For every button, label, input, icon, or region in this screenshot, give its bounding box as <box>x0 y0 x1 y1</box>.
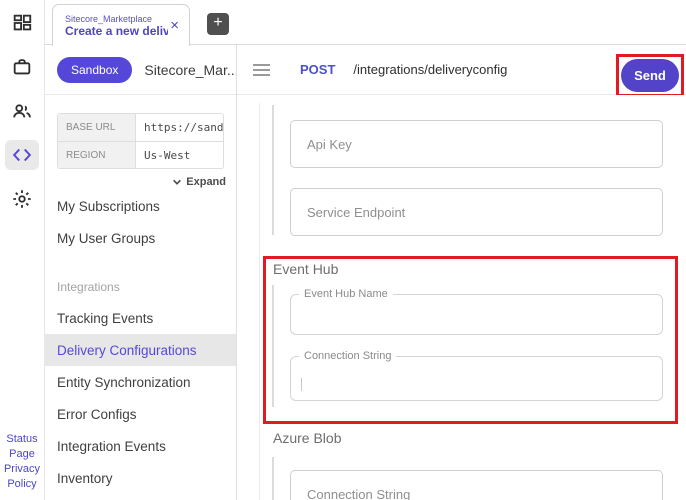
sidebar-panel: Sandbox Sitecore_Mar... BASE URL https:/… <box>45 45 237 500</box>
base-url-row: BASE URL https://sandboxa <box>58 114 223 141</box>
request-path: /integrations/deliveryconfig <box>353 62 507 77</box>
active-tab[interactable]: Sitecore_Marketplace Create a new deliv.… <box>52 4 190 46</box>
new-tab-button[interactable]: + <box>207 13 229 35</box>
sidebar-item-tracking-events[interactable]: Tracking Events <box>45 302 236 334</box>
send-annotation-highlight: Send <box>616 54 684 97</box>
event-hub-connection-string-field[interactable]: Connection String <box>290 350 663 401</box>
sidebar-item-integration-events[interactable]: Integration Events <box>45 430 236 462</box>
plus-icon: + <box>213 14 222 31</box>
request-bar: POST /integrations/deliveryconfig Send <box>237 45 686 95</box>
sidebar-item-my-user-groups[interactable]: My User Groups <box>45 222 236 254</box>
group-indent-line <box>272 105 274 235</box>
tab-title: Create a new deliv... <box>65 24 168 38</box>
menu-icon[interactable] <box>253 61 270 79</box>
form-scroll-track <box>259 103 260 500</box>
tab-text: Sitecore_Marketplace Create a new deliv.… <box>65 14 168 38</box>
expand-toggle[interactable]: Expand <box>45 176 226 188</box>
tab-bar: Sitecore_Marketplace Create a new deliv.… <box>45 0 686 45</box>
region-row: REGION Us-West <box>58 141 223 168</box>
connection-string-label: Connection String <box>299 350 396 362</box>
send-button[interactable]: Send <box>621 59 679 92</box>
briefcase-icon[interactable] <box>5 52 39 82</box>
chevron-down-icon <box>172 177 182 187</box>
status-page-link[interactable]: Status Page <box>0 432 44 462</box>
sidebar-item-my-subscriptions[interactable]: My Subscriptions <box>45 190 236 222</box>
environment-badge[interactable]: Sandbox <box>57 57 132 83</box>
azure-connection-string-field[interactable] <box>290 470 663 500</box>
code-brackets-icon[interactable] <box>5 140 39 170</box>
app-name: Sitecore_Mar... <box>144 62 236 78</box>
connection-meta-table: BASE URL https://sandboxa REGION Us-West <box>57 113 224 169</box>
service-endpoint-field[interactable] <box>290 188 663 236</box>
dashboard-grid-icon[interactable] <box>5 8 39 38</box>
base-url-value: https://sandboxa <box>136 114 223 141</box>
footer-links: Status Page Privacy Policy <box>0 432 44 492</box>
sidebar-item-entity-synchronization[interactable]: Entity Synchronization <box>45 366 236 398</box>
gear-icon[interactable] <box>5 184 39 214</box>
icon-rail: Status Page Privacy Policy <box>0 0 45 500</box>
close-icon[interactable]: × <box>168 18 181 33</box>
azure-blob-section-title: Azure Blob <box>273 430 341 446</box>
sidebar-nav: My Subscriptions My User Groups Integrat… <box>45 190 236 494</box>
api-key-field[interactable] <box>290 120 663 168</box>
privacy-policy-link[interactable]: Privacy Policy <box>0 462 44 492</box>
users-icon[interactable] <box>5 96 39 126</box>
region-label: REGION <box>58 142 136 168</box>
event-hub-name-label: Event Hub Name <box>299 288 393 300</box>
sidebar-item-inventory[interactable]: Inventory <box>45 462 236 494</box>
group-indent-line <box>272 457 274 500</box>
event-hub-annotation-highlight: Event Hub Event Hub Name Connection Stri… <box>263 256 678 424</box>
sidebar-item-error-configs[interactable]: Error Configs <box>45 398 236 430</box>
app-window: Status Page Privacy Policy Sitecore_Mark… <box>0 0 686 500</box>
tab-app-name: Sitecore_Marketplace <box>65 14 168 24</box>
region-value: Us-West <box>136 142 223 168</box>
sidebar-section-integrations: Integrations <box>45 272 236 302</box>
base-url-label: BASE URL <box>58 114 136 141</box>
event-hub-name-field[interactable]: Event Hub Name <box>290 288 663 335</box>
event-hub-section-title: Event Hub <box>273 261 338 277</box>
expand-label: Expand <box>186 176 226 188</box>
http-method: POST <box>300 62 335 77</box>
text-cursor <box>301 378 302 391</box>
sidebar-header: Sandbox Sitecore_Mar... <box>45 45 236 95</box>
request-form: Event Hub Event Hub Name Connection Stri… <box>237 95 686 500</box>
sidebar-item-delivery-configurations[interactable]: Delivery Configurations <box>45 334 236 366</box>
